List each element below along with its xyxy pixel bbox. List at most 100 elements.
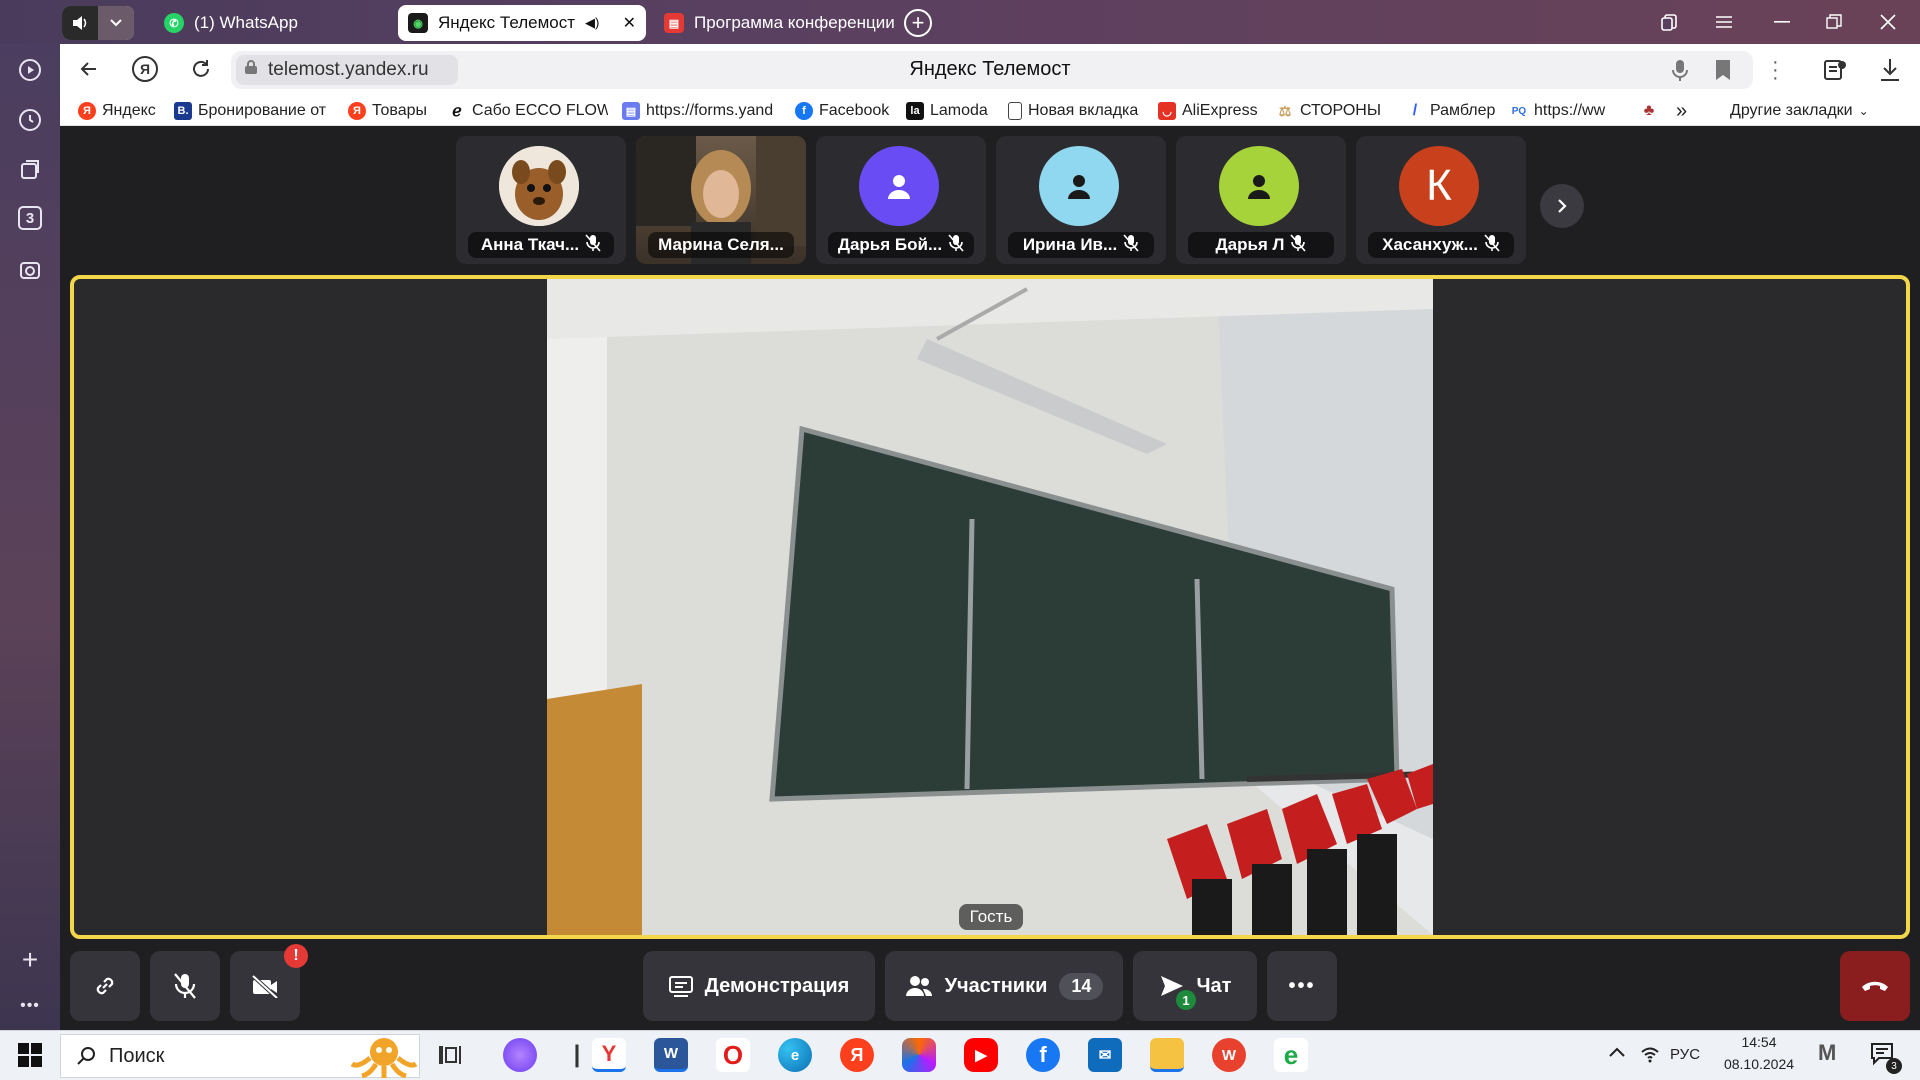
participant-tile[interactable]: К Хасанхуж... [1356, 136, 1526, 264]
more-options-button[interactable]: ••• [1267, 951, 1337, 1021]
link-icon [96, 977, 114, 995]
other-bookmarks[interactable]: Другие закладки ⌄ [1730, 100, 1890, 122]
back-icon[interactable] [76, 56, 102, 82]
sidebar-more-icon[interactable]: ••• [16, 992, 44, 1020]
bookmark-forms[interactable]: ▤ https://forms.yand [622, 100, 780, 122]
speaker-name-label: Гость [959, 904, 1023, 930]
reader-icon[interactable] [1822, 57, 1848, 83]
telemost-icon: ◉ [408, 13, 428, 33]
word-icon[interactable]: W [654, 1038, 688, 1072]
close-window-icon[interactable] [1876, 10, 1900, 34]
yandex-icon[interactable]: Я [840, 1038, 874, 1072]
opera-icon[interactable]: O [716, 1038, 750, 1072]
chat-button[interactable]: Чат [1133, 951, 1257, 1021]
yandex-browser-icon[interactable]: Y [592, 1038, 626, 1072]
participant-tile[interactable]: Ирина Ив... [996, 136, 1166, 264]
booking-icon: B. [174, 102, 192, 120]
menu-icon[interactable] [1712, 10, 1736, 34]
octopus-icon [350, 1038, 418, 1078]
youtube-icon[interactable]: ▶ [964, 1038, 998, 1072]
play-icon[interactable] [16, 56, 44, 84]
participant-tile[interactable]: Анна Ткач... [456, 136, 626, 264]
vivaldi-icon[interactable]: W [1212, 1038, 1246, 1072]
bookmark-new-tab[interactable]: Новая вкладка [1008, 100, 1146, 122]
participant-tile[interactable]: Дарья Бой... [816, 136, 986, 264]
more-vertical-icon[interactable]: · · · [1772, 52, 1782, 88]
bookmark-goods[interactable]: Я Товары [348, 100, 434, 122]
participant-initial: К [1399, 146, 1479, 226]
speaker-icon[interactable] [62, 6, 98, 40]
taskbar-search[interactable]: Поиск [60, 1034, 420, 1078]
user-icon [1219, 146, 1299, 226]
bookmark-booking[interactable]: B. Бронирование от [174, 100, 332, 122]
pq-icon: PQ [1510, 102, 1528, 120]
next-participants-button[interactable] [1540, 184, 1584, 228]
copy-link-button[interactable] [70, 951, 140, 1021]
download-icon[interactable] [1878, 57, 1902, 83]
minimize-icon[interactable] [1770, 10, 1794, 34]
participant-tile[interactable]: Марина Селя... [636, 136, 806, 264]
add-icon[interactable]: + [16, 944, 44, 975]
facebook-icon[interactable]: f [1026, 1038, 1060, 1072]
tab-program[interactable]: ▤ Программа конференции [654, 5, 894, 41]
extension-icon[interactable]: ♣ [1640, 100, 1664, 122]
url-chip[interactable]: telemost.yandex.ru [236, 55, 458, 85]
windows-start-icon[interactable] [18, 1043, 42, 1067]
close-tab-icon[interactable]: ✕ [623, 13, 636, 33]
collections-icon[interactable] [16, 156, 44, 184]
ecco-icon: ℯ [448, 102, 466, 120]
chevron-right-icon [1558, 199, 1567, 213]
participant-name: Ирина Ив... [1022, 235, 1118, 254]
browser-sidebar: 3 + ••• [0, 0, 60, 1030]
participant-tile[interactable]: Дарья Л [1176, 136, 1346, 264]
clock-time: 14:54 [1741, 1034, 1777, 1050]
tab-group-control[interactable] [62, 6, 134, 40]
bookmark-rambler[interactable]: / Рамблер [1406, 100, 1502, 122]
tab-telemost[interactable]: ◉ Яндекс Телемост ◀) ✕ [398, 5, 646, 41]
tabs-menu-icon[interactable] [1658, 10, 1682, 34]
yandex-home-icon[interactable]: Я [132, 56, 158, 82]
participants-button[interactable]: Участники 14 [885, 951, 1123, 1021]
tab-whatsapp[interactable]: ✆ (1) WhatsApp [154, 5, 384, 41]
participant-name: Дарья Бой... [837, 235, 943, 254]
counter-icon[interactable]: 3 [18, 206, 42, 230]
history-icon[interactable] [16, 106, 44, 134]
bookmark-aliexpress[interactable]: ◡ AliExpress [1158, 100, 1268, 122]
bookmark-icon[interactable] [1714, 59, 1732, 81]
screen-share-label: Демонстрация [704, 974, 850, 997]
new-tab-button[interactable]: + [904, 9, 932, 37]
bookmark-lamoda[interactable]: la Lamoda [906, 100, 1002, 122]
tray-app-icon[interactable]: M [1818, 1040, 1848, 1070]
mic-off-icon [174, 973, 196, 999]
taskbar-clock[interactable]: 14:54 08.10.2024 [1704, 1034, 1814, 1072]
bookmark-storony[interactable]: ⚖ СТОРОНЫ [1276, 100, 1398, 122]
edge-icon[interactable]: e [778, 1038, 812, 1072]
restore-icon[interactable] [1822, 10, 1846, 34]
chevron-up-icon[interactable] [1608, 1044, 1626, 1062]
microphone-toggle-button[interactable] [150, 951, 220, 1021]
scales-icon: ⚖ [1276, 102, 1294, 120]
file-explorer-icon[interactable] [1150, 1038, 1184, 1072]
mail-icon[interactable]: ✉ [1088, 1038, 1122, 1072]
reload-icon[interactable] [188, 56, 214, 82]
participants-label: Участники [944, 974, 1048, 997]
bookmark-ecco[interactable]: ℯ Сабо ECCO FLOW [448, 100, 608, 122]
wifi-icon[interactable] [1640, 1044, 1660, 1064]
copilot-icon[interactable] [902, 1038, 936, 1072]
more-bookmarks-button[interactable]: » [1676, 100, 1696, 122]
ie-green-icon[interactable]: e [1274, 1038, 1308, 1072]
hang-up-button[interactable] [1840, 951, 1910, 1021]
language-indicator[interactable]: РУС [1670, 1046, 1700, 1063]
bookmark-pq[interactable]: PQ https://ww [1510, 100, 1608, 122]
whatsapp-icon: ✆ [164, 13, 184, 33]
bookmark-facebook[interactable]: f Facebook [795, 100, 895, 122]
screen-share-button[interactable]: Демонстрация [643, 951, 875, 1021]
task-view-icon[interactable] [438, 1044, 462, 1066]
screenshot-icon[interactable] [16, 256, 44, 284]
facebook-icon: f [795, 102, 813, 120]
microphone-icon[interactable] [1670, 58, 1690, 82]
alice-icon[interactable] [503, 1038, 537, 1072]
search-placeholder: Поиск [109, 1044, 165, 1067]
chevron-down-icon[interactable] [98, 6, 134, 40]
tab-audio-icon[interactable]: ◀) [585, 15, 599, 31]
